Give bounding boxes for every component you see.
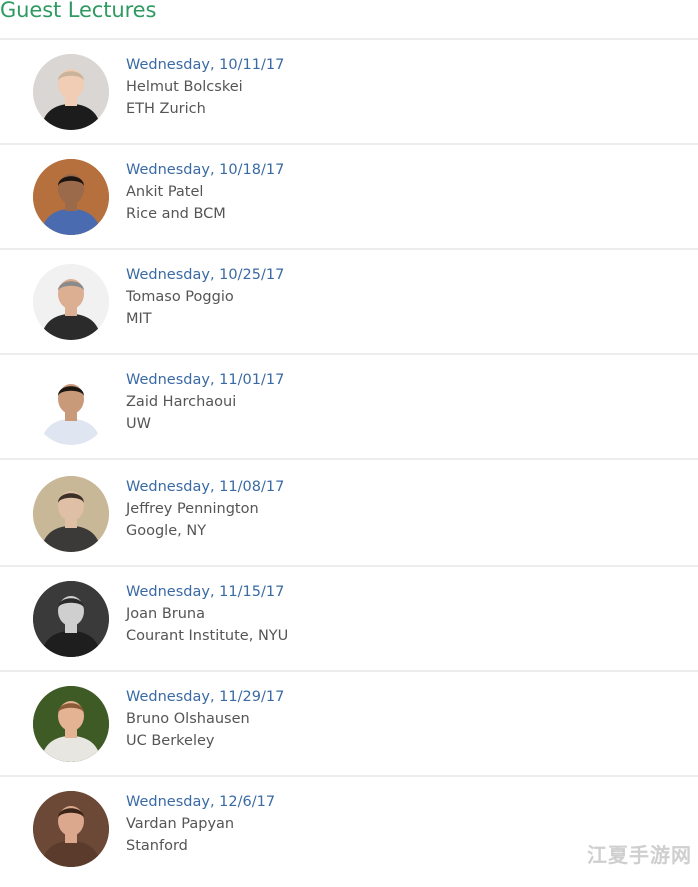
speaker-avatar [33, 159, 109, 235]
lecture-date-link[interactable]: Wednesday, 11/15/17 [126, 581, 288, 603]
lecture-item: Wednesday, 11/01/17 Zaid Harchaoui UW [0, 355, 698, 460]
speaker-avatar [33, 476, 109, 552]
portrait-icon [33, 476, 109, 552]
speaker-avatar [33, 264, 109, 340]
lecture-details: Wednesday, 11/08/17 Jeffrey Pennington Goo… [126, 476, 284, 542]
lecture-date-link[interactable]: Wednesday, 12/6/17 [126, 791, 275, 813]
speaker-avatar [33, 686, 109, 762]
speaker-affiliation: Rice and BCM [126, 206, 226, 222]
speaker-affiliation: MIT [126, 311, 152, 327]
lecture-item: Wednesday, 12/6/17 Vardan Papyan Stanford [0, 777, 698, 887]
speaker-affiliation: Courant Institute, NYU [126, 628, 289, 644]
watermark-text: 江夏手游网 [587, 843, 692, 867]
speaker-affiliation: Stanford [126, 838, 188, 854]
lecture-details: Wednesday, 12/6/17 Vardan Papyan Stanford [126, 791, 275, 857]
speaker-name: Ankit Patel [126, 184, 204, 200]
speaker-avatar [33, 54, 109, 130]
portrait-icon [33, 54, 109, 130]
speaker-avatar [33, 369, 109, 445]
lecture-date-link[interactable]: Wednesday, 11/08/17 [126, 476, 284, 498]
speaker-affiliation: Google, NY [126, 523, 207, 539]
lecture-item: Wednesday, 11/08/17 Jeffrey Pennington Goo… [0, 460, 698, 567]
speaker-name: Joan Bruna [126, 606, 206, 622]
portrait-icon [33, 791, 109, 867]
lecture-details: Wednesday, 11/29/17 Bruno Olshausen UC Ber… [126, 686, 284, 752]
speaker-avatar [33, 791, 109, 867]
lecture-details: Wednesday, 10/25/17 Tomaso Poggio MIT [126, 264, 284, 330]
speaker-affiliation: ETH Zurich [126, 101, 206, 117]
lecture-item: Wednesday, 10/18/17 Ankit Patel Rice and B… [0, 145, 698, 250]
lecture-date-link[interactable]: Wednesday, 10/11/17 [126, 54, 284, 76]
speaker-name: Bruno Olshausen [126, 711, 250, 727]
lecture-date-link[interactable]: Wednesday, 11/29/17 [126, 686, 284, 708]
speaker-name: Tomaso Poggio [126, 289, 234, 305]
speaker-name: Jeffrey Pennington [126, 501, 259, 517]
lecture-list: Wednesday, 10/11/17 Helmut Bolcskei ETH Zu… [0, 40, 698, 887]
lecture-details: Wednesday, 11/01/17 Zaid Harchaoui UW [126, 369, 284, 435]
page-title: Guest Lectures [0, 0, 157, 22]
lecture-item: Wednesday, 11/15/17 Joan Bruna Courant Ins… [0, 567, 698, 672]
lecture-details: Wednesday, 11/15/17 Joan Bruna Courant Ins… [126, 581, 288, 647]
speaker-name: Vardan Papyan [126, 816, 235, 832]
lecture-details: Wednesday, 10/18/17 Ankit Patel Rice and B… [126, 159, 284, 225]
portrait-icon [33, 369, 109, 445]
portrait-icon [33, 264, 109, 340]
portrait-icon [33, 686, 109, 762]
lecture-date-link[interactable]: Wednesday, 10/25/17 [126, 264, 284, 286]
speaker-avatar [33, 581, 109, 657]
lecture-item: Wednesday, 10/11/17 Helmut Bolcskei ETH Zu… [0, 40, 698, 145]
lecture-date-link[interactable]: Wednesday, 10/18/17 [126, 159, 284, 181]
lecture-details: Wednesday, 10/11/17 Helmut Bolcskei ETH Zu… [126, 54, 284, 120]
lecture-item: Wednesday, 11/29/17 Bruno Olshausen UC Ber… [0, 672, 698, 777]
speaker-name: Zaid Harchaoui [126, 394, 237, 410]
speaker-affiliation: UW [126, 416, 151, 432]
speaker-affiliation: UC Berkeley [126, 733, 215, 749]
speaker-name: Helmut Bolcskei [126, 79, 243, 95]
lecture-item: Wednesday, 10/25/17 Tomaso Poggio MIT [0, 250, 698, 355]
portrait-icon [33, 159, 109, 235]
portrait-icon [33, 581, 109, 657]
lecture-date-link[interactable]: Wednesday, 11/01/17 [126, 369, 284, 391]
